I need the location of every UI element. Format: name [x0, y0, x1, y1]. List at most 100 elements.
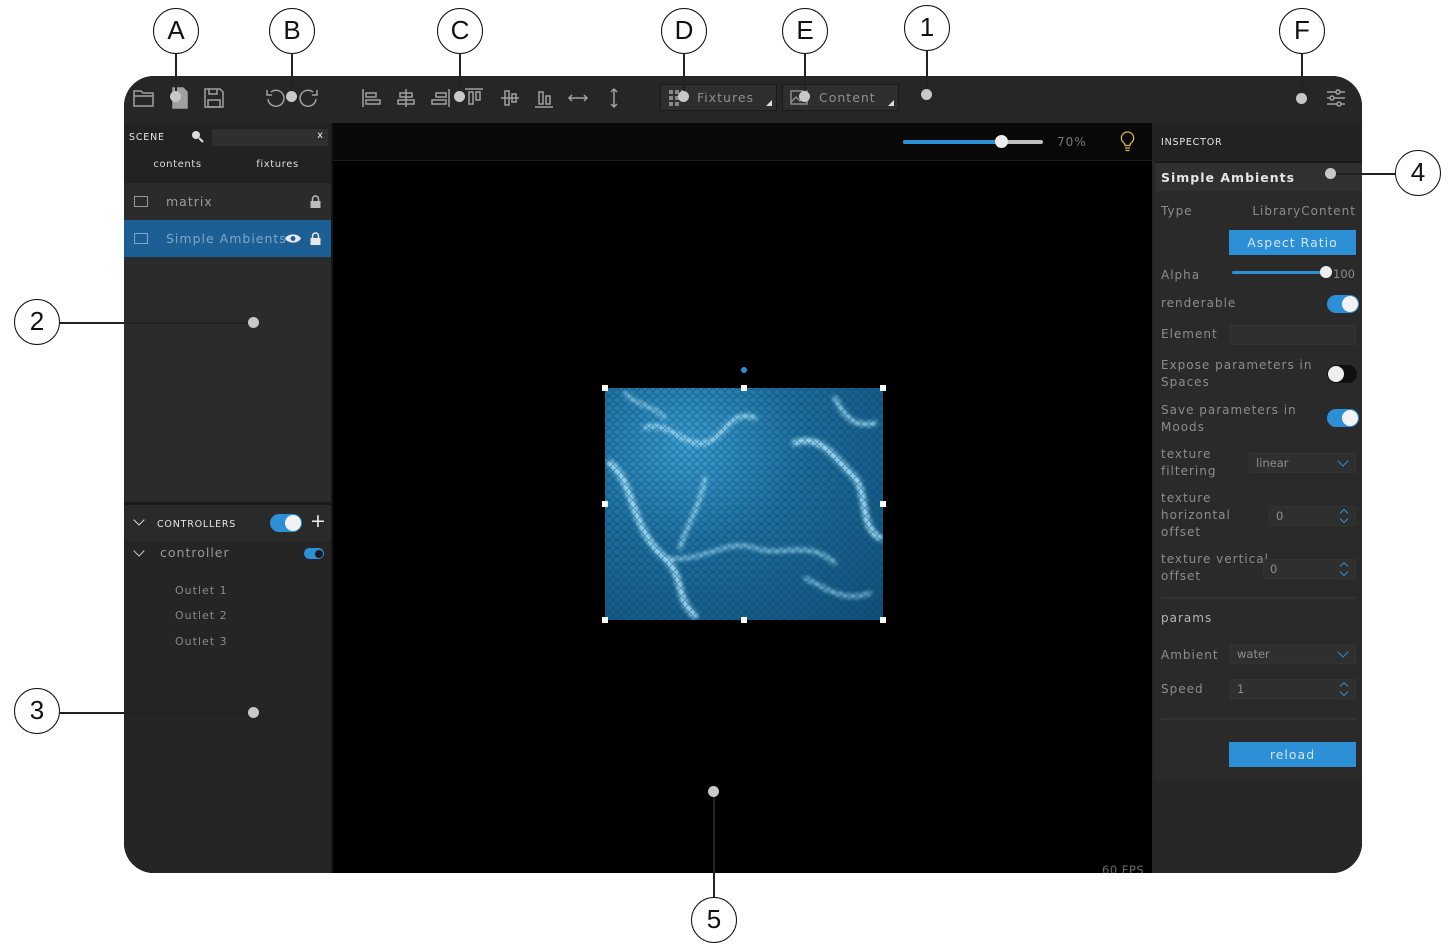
outlet-3[interactable]: Outlet 3 — [175, 635, 228, 648]
redo-icon[interactable] — [296, 86, 320, 110]
reload-button[interactable]: reload — [1229, 742, 1356, 767]
callout-f-dot — [1296, 93, 1307, 104]
lock-icon[interactable] — [310, 195, 321, 208]
callout-4-dot — [1325, 168, 1336, 179]
texture-v-label-2: offset — [1161, 569, 1202, 583]
outlet-1[interactable]: Outlet 1 — [175, 584, 228, 597]
stepper-down-icon[interactable] — [1339, 687, 1349, 697]
controller-row[interactable]: controller — [124, 541, 331, 569]
controllers-toggle[interactable] — [270, 514, 302, 532]
expose-label-line1: Expose parameters in — [1161, 358, 1313, 372]
align-bottom-icon[interactable] — [532, 86, 556, 110]
callout-e-line — [804, 54, 806, 94]
controller-toggle[interactable] — [304, 548, 324, 559]
resize-handle-tr[interactable] — [880, 385, 886, 391]
save-icon[interactable] — [202, 86, 226, 110]
toggle-knob — [1342, 410, 1358, 426]
controllers-panel: CONTROLLERS + controller Outlet 1 Outlet… — [124, 502, 331, 873]
align-center-v-icon[interactable] — [498, 86, 522, 110]
scene-panel: SCENE x contents fixtures matrix Simple … — [124, 123, 331, 873]
tab-contents[interactable]: contents — [126, 159, 229, 170]
align-right-icon[interactable] — [428, 86, 452, 110]
save-parameters-toggle[interactable] — [1327, 409, 1359, 427]
alpha-slider[interactable] — [1232, 266, 1332, 278]
outlet-2[interactable]: Outlet 2 — [175, 609, 228, 622]
resize-handle-bl[interactable] — [602, 617, 608, 623]
renderable-toggle[interactable] — [1327, 295, 1359, 313]
undo-icon[interactable] — [264, 86, 288, 110]
search-clear-button[interactable]: x — [317, 130, 323, 141]
controllers-title: CONTROLLERS — [157, 519, 237, 530]
texture-horizontal-offset-input[interactable]: 0 — [1269, 506, 1356, 526]
texture-vertical-offset-input[interactable]: 0 — [1263, 559, 1356, 579]
align-top-icon[interactable] — [462, 86, 486, 110]
element-field[interactable] — [1230, 325, 1356, 345]
distribute-vertical-icon[interactable] — [602, 86, 626, 110]
callout-3-line — [60, 712, 252, 714]
add-controller-button[interactable]: + — [310, 510, 326, 532]
fixtures-label: Fixtures — [697, 90, 755, 105]
resize-handle-r[interactable] — [880, 501, 886, 507]
save-label-line2: Moods — [1161, 420, 1205, 434]
open-folder-icon[interactable] — [132, 86, 156, 110]
resize-handle-br[interactable] — [880, 617, 886, 623]
ambient-select[interactable]: water — [1230, 644, 1356, 664]
content-preview[interactable] — [605, 388, 883, 620]
callout-1-dot — [921, 89, 932, 100]
scene-title: SCENE — [129, 132, 165, 143]
toggle-knob — [1342, 296, 1358, 312]
layer-checkbox[interactable] — [134, 196, 148, 207]
chevron-down-icon[interactable] — [133, 545, 145, 557]
callout-2-line — [60, 322, 252, 324]
callout-b-dot — [286, 91, 297, 102]
scene-search-input[interactable]: x — [212, 129, 328, 146]
lock-icon[interactable] — [310, 232, 321, 245]
callout-5-line — [713, 793, 715, 897]
speed-label: Speed — [1161, 682, 1204, 696]
texture-h-label-2: horizontal — [1161, 508, 1231, 522]
resize-handle-t[interactable] — [741, 385, 747, 391]
texture-filtering-select[interactable]: linear — [1249, 453, 1356, 473]
stepper-down-icon[interactable] — [1339, 514, 1349, 524]
resize-handle-l[interactable] — [602, 501, 608, 507]
stepper-down-icon[interactable] — [1339, 567, 1349, 577]
alpha-label: Alpha — [1161, 268, 1201, 282]
align-left-icon[interactable] — [360, 86, 384, 110]
callout-b-line — [291, 54, 293, 94]
speed-input[interactable]: 1 — [1230, 679, 1356, 699]
zoom-slider-knob[interactable] — [995, 135, 1008, 148]
scene-item-matrix[interactable]: matrix — [124, 183, 331, 220]
content-label: Content — [819, 90, 876, 105]
expose-parameters-toggle[interactable] — [1327, 365, 1357, 383]
texture-h-label-3: offset — [1161, 525, 1202, 539]
controllers-header: CONTROLLERS + — [124, 505, 331, 541]
lightbulb-icon[interactable] — [1120, 131, 1135, 152]
texture-h-value: 0 — [1276, 509, 1284, 523]
app-window: Fixtures Content SCENE x contents fixtur… — [124, 76, 1362, 873]
resize-handle-b[interactable] — [741, 617, 747, 623]
callout-c: C — [437, 8, 483, 54]
expose-label-line2: Spaces — [1161, 375, 1210, 389]
callout-a: A — [153, 8, 199, 54]
tab-fixtures[interactable]: fixtures — [226, 159, 329, 170]
zoom-slider[interactable] — [903, 135, 1043, 148]
scene-item-simple-ambients[interactable]: Simple Ambients — [124, 220, 331, 257]
scene-tabs: contents fixtures — [124, 153, 331, 183]
canvas-viewport[interactable]: 70% 60 FPS — [331, 123, 1152, 873]
callout-5-dot — [708, 786, 719, 797]
resize-handle-tl[interactable] — [602, 385, 608, 391]
speed-value: 1 — [1237, 682, 1245, 696]
aspect-ratio-button[interactable]: Aspect Ratio — [1229, 230, 1356, 255]
params-label: params — [1161, 611, 1213, 625]
eye-icon[interactable] — [285, 233, 301, 244]
align-center-h-icon[interactable] — [394, 86, 418, 110]
alpha-value: 100 — [1333, 267, 1355, 281]
alpha-slider-knob[interactable] — [1320, 266, 1332, 278]
chevron-down-icon[interactable] — [133, 514, 145, 526]
rotation-handle[interactable] — [741, 367, 747, 373]
settings-sliders-icon[interactable] — [1324, 86, 1348, 110]
callout-d-dot — [678, 91, 689, 102]
layer-checkbox[interactable] — [134, 233, 148, 244]
callout-c-line — [459, 54, 461, 94]
distribute-horizontal-icon[interactable] — [566, 86, 590, 110]
